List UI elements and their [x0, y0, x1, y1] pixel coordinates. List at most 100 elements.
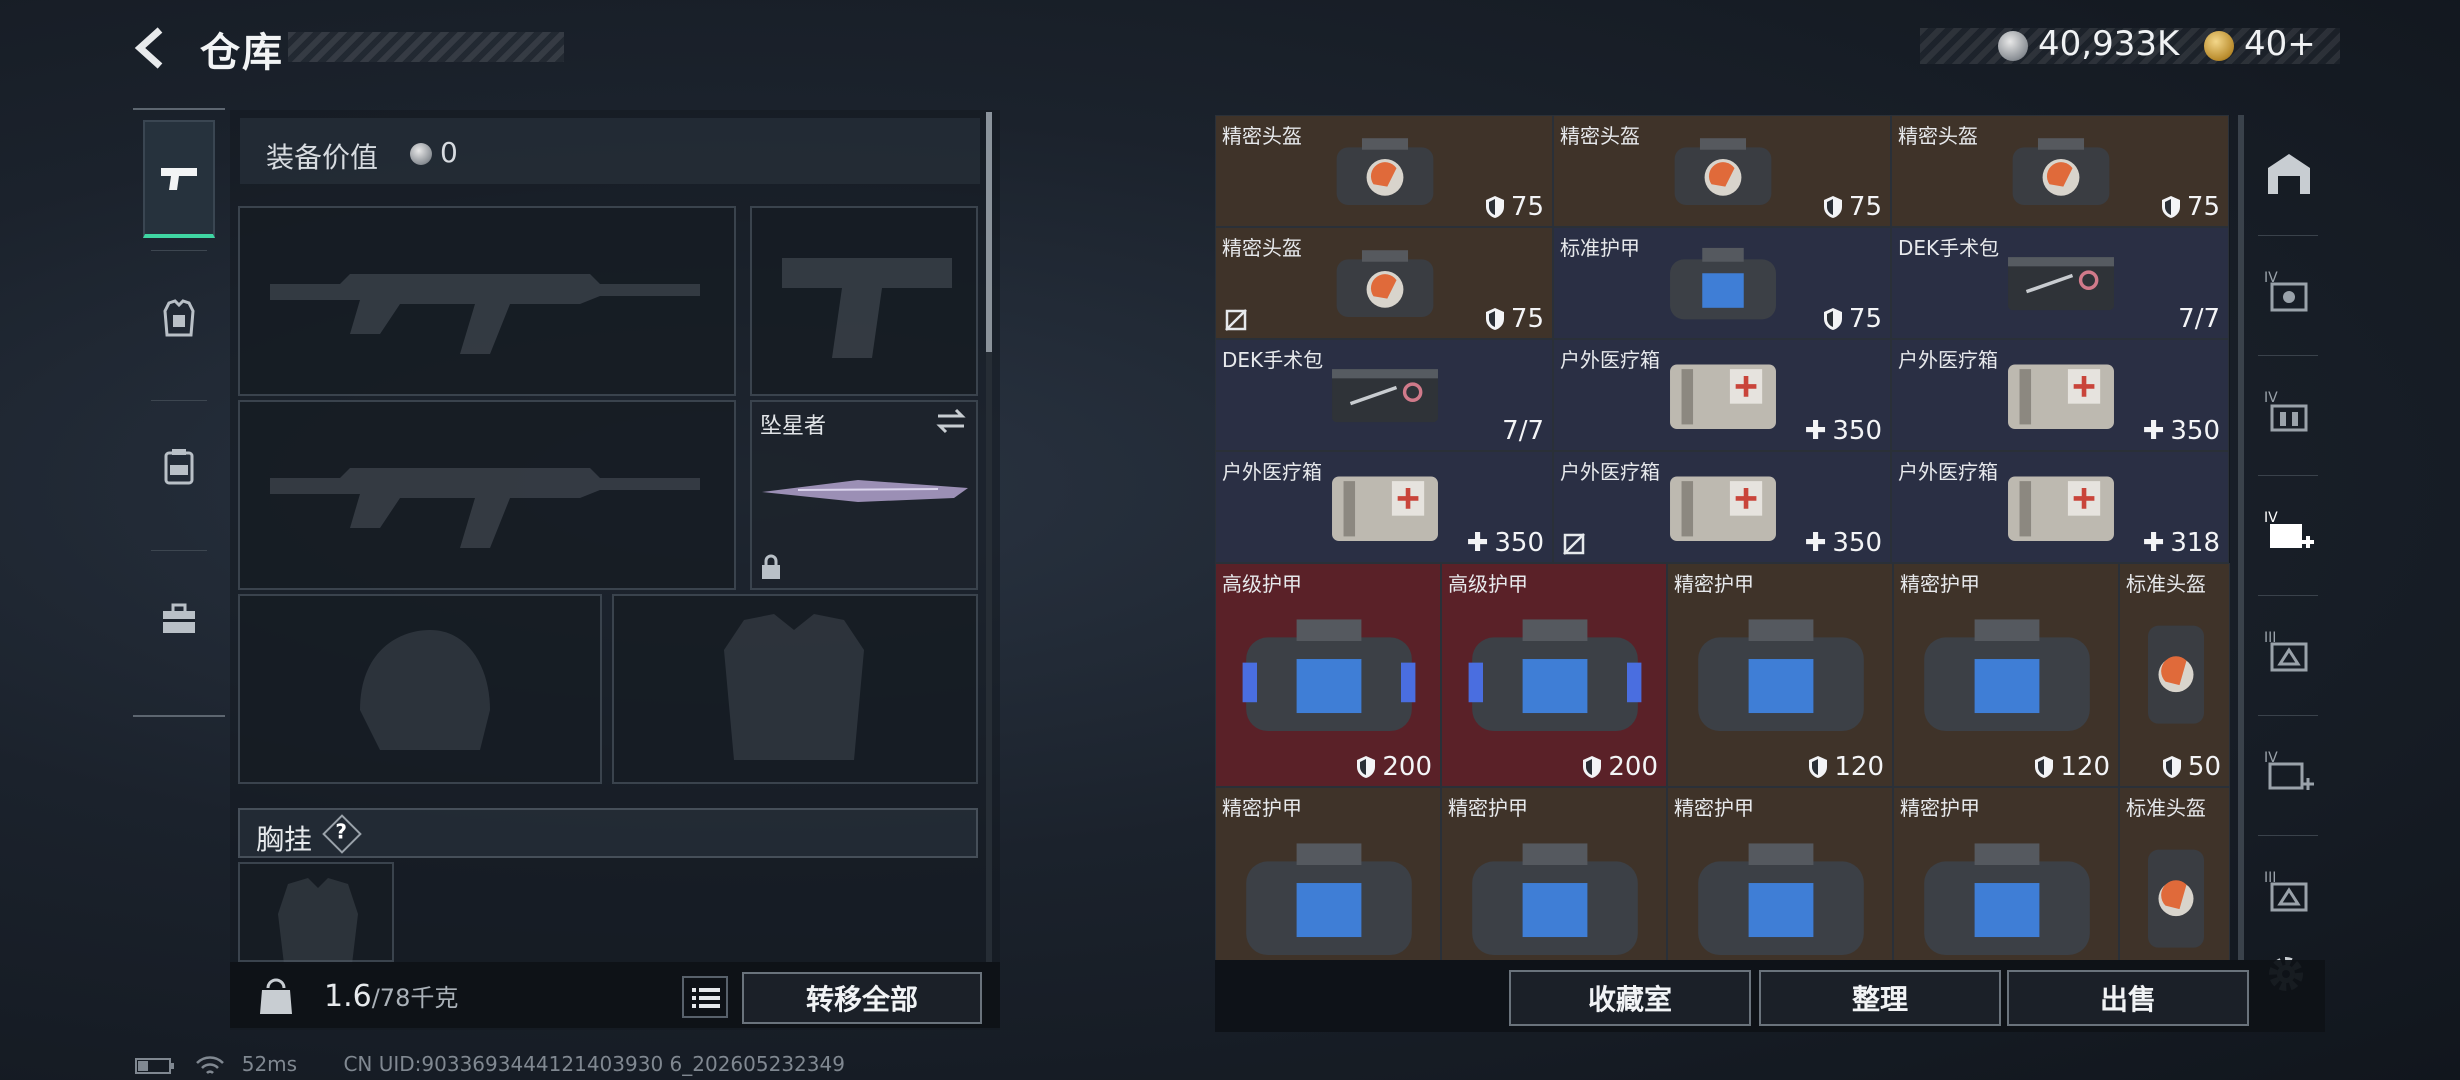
swap-icon[interactable]	[936, 408, 966, 434]
sell-button[interactable]: 出售	[2007, 970, 2249, 1026]
category-tier3-armor[interactable]: III	[2254, 603, 2324, 703]
list-view-button[interactable]	[682, 976, 728, 1018]
item-name: 精密头盔	[1560, 124, 1640, 148]
tier-helmet-icon: III	[2264, 870, 2308, 912]
inventory-item[interactable]: 高级护甲 200	[1215, 563, 1441, 787]
inventory-item[interactable]: 精密头盔 75	[1553, 115, 1891, 227]
category-tier4-medical[interactable]: IV	[2254, 483, 2324, 583]
tier-armor-icon: III	[2264, 630, 2308, 672]
armor-bag-icon	[1698, 619, 1864, 731]
battery-icon	[135, 1057, 174, 1074]
armor-durability-icon	[1823, 308, 1842, 330]
equipment-panel: 装备价值 0 坠星者 胸挂 ? 1.6/78千克 转移全部	[230, 110, 1000, 1030]
carry-weight: 1.6/78千克	[324, 979, 459, 1014]
item-value: ✚ 350	[1804, 416, 1882, 446]
back-arrow-icon[interactable]	[130, 24, 178, 72]
inventory-item[interactable]: 精密头盔 75	[1891, 115, 2229, 227]
collection-room-button[interactable]: 收藏室	[1509, 970, 1751, 1026]
rifle-silhouette-icon	[270, 274, 700, 354]
inventory-item[interactable]: 精密护甲	[1441, 787, 1667, 960]
helmet-bag-icon	[2147, 625, 2204, 724]
helmet-silhouette-icon	[360, 630, 490, 750]
tier-medical-icon: IV	[2264, 510, 2314, 548]
helmet-bag-icon	[2147, 849, 2204, 948]
body-armor-slot[interactable]	[612, 594, 978, 784]
inventory-item[interactable]: 户外医疗箱 ✚ 350	[1891, 339, 2229, 451]
silver-coin-icon	[1998, 30, 2028, 61]
category-tier4-armor[interactable]: IV	[2254, 243, 2324, 343]
tab-weapons[interactable]	[143, 120, 215, 238]
help-icon[interactable]: ?	[322, 814, 362, 854]
armor-durability-icon	[2161, 196, 2180, 218]
primary-currency[interactable]: 40,933K	[1998, 24, 2179, 64]
secondary-currency[interactable]: 40+	[2204, 24, 2316, 64]
equipment-scroll-thumb[interactable]	[986, 112, 992, 352]
inventory-item[interactable]: 精密头盔 75	[1215, 227, 1553, 339]
armor-bag-icon	[1472, 843, 1638, 955]
pistol-icon	[161, 168, 197, 190]
inventory-item[interactable]: 精密护甲	[1893, 787, 2119, 960]
warehouse-footer: 收藏室 整理 出售	[1215, 960, 2325, 1032]
item-value: 7/7	[2178, 304, 2220, 334]
inventory-item[interactable]: 高级护甲 200	[1441, 563, 1667, 787]
heal-points-icon: ✚	[1804, 416, 1827, 446]
item-value: 7/7	[1502, 416, 1544, 446]
inventory-item[interactable]: 精密护甲 120	[1667, 563, 1893, 787]
item-name: 精密头盔	[1898, 124, 1978, 148]
category-all[interactable]	[2254, 125, 2324, 225]
inventory-item[interactable]: 标准护甲 75	[1553, 227, 1891, 339]
inventory-item[interactable]: 标准头盔 50	[2119, 563, 2230, 787]
inventory-item[interactable]: 户外医疗箱 ✚ 350	[1553, 451, 1891, 563]
armor-durability-icon	[1809, 756, 1828, 778]
medical-box-icon	[2008, 364, 2114, 430]
pistol-slot[interactable]	[750, 206, 978, 396]
equipment-value: 0	[410, 136, 458, 169]
armor-bag-icon	[1924, 843, 2090, 955]
gold-coin-icon	[2204, 30, 2234, 61]
melee-slot[interactable]: 坠星者	[750, 400, 978, 590]
inventory-item[interactable]: 户外医疗箱 ✚ 318	[1891, 451, 2229, 563]
surgery-kit-icon	[1332, 369, 1438, 423]
inventory-item[interactable]: 精密护甲	[1215, 787, 1441, 960]
status-bar: 52ms CN UID:9033693444121403930 6_202605…	[135, 1052, 845, 1077]
organize-button[interactable]: 整理	[1759, 970, 2001, 1026]
page-title: 仓库	[200, 30, 284, 76]
secondary-weapon-slot[interactable]	[238, 400, 736, 590]
user-uid: CN UID:9033693444121403930 6_20260523234…	[343, 1052, 845, 1076]
equipment-value-header: 装备价值 0	[240, 118, 980, 184]
equipment-value-label: 装备价值	[266, 141, 379, 174]
transfer-all-button[interactable]: 转移全部	[742, 972, 982, 1024]
chest-rig-label: 胸挂	[256, 823, 313, 856]
primary-weapon-slot[interactable]	[238, 206, 736, 396]
inventory-item[interactable]: 精密护甲 120	[1893, 563, 2119, 787]
inventory-item[interactable]: 精密护甲	[1667, 787, 1893, 960]
inventory-item[interactable]: 户外医疗箱 ✚ 350	[1553, 339, 1891, 451]
chest-rig-slot[interactable]	[238, 862, 394, 964]
item-value: 200	[1356, 752, 1432, 782]
inventory-item[interactable]: DEK手术包 7/7	[1891, 227, 2229, 339]
category-tier4-container[interactable]: IV	[2254, 363, 2324, 463]
category-tier4-medical-alt[interactable]: IV	[2254, 723, 2324, 823]
tier-container-icon: IV	[2264, 390, 2308, 432]
helmet-bag-icon	[1336, 250, 1434, 318]
medical-box-icon	[2008, 476, 2114, 542]
category-bar: IV IV IV III IV III	[2250, 115, 2328, 945]
tab-armor[interactable]	[143, 260, 215, 378]
armor-silhouette-icon	[724, 614, 864, 760]
category-tier3-helmet[interactable]: III	[2254, 843, 2324, 943]
medical-box-icon	[1670, 364, 1776, 430]
inventory-item[interactable]: 标准头盔	[2119, 787, 2230, 960]
helmet-slot[interactable]	[238, 594, 602, 784]
heal-points-icon: ✚	[1804, 528, 1827, 558]
inventory-scrollbar[interactable]	[2238, 115, 2244, 960]
chest-rig-header: 胸挂 ?	[238, 808, 978, 858]
inventory-item[interactable]: 户外医疗箱 ✚ 350	[1215, 451, 1553, 563]
inventory-item[interactable]: DEK手术包 7/7	[1215, 339, 1553, 451]
tab-backpack[interactable]	[143, 408, 215, 526]
armor-durability-icon	[2035, 756, 2054, 778]
medical-box-icon	[1332, 476, 1438, 542]
tab-toolbox[interactable]	[143, 560, 215, 678]
item-value: 75	[1485, 192, 1544, 222]
inventory-item[interactable]: 精密头盔 75	[1215, 115, 1553, 227]
item-name: 精密头盔	[1222, 236, 1302, 260]
